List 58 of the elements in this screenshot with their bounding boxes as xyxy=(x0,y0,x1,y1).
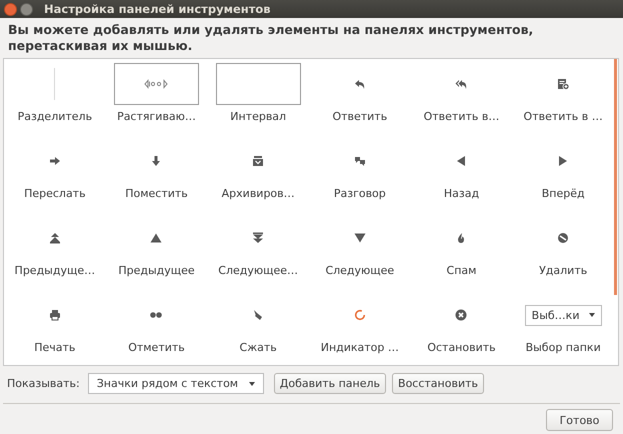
item-label: Предыдущее xyxy=(118,264,195,277)
down-triangle-icon xyxy=(354,232,366,244)
stretch-icon xyxy=(144,79,168,89)
folder-dropdown[interactable]: Выб…ки xyxy=(524,304,602,326)
reply-all-icon xyxy=(455,78,468,90)
reply-icon xyxy=(354,78,366,90)
caret-icon xyxy=(248,382,255,386)
item-label: Интервал xyxy=(230,110,286,123)
right-arrow-icon xyxy=(48,155,61,167)
down-arrow-icon xyxy=(150,155,162,167)
item-label: Спам xyxy=(446,264,476,277)
window-title: Настройка панелей инструментов xyxy=(44,2,271,16)
item-label: Печать xyxy=(34,341,76,354)
show-label: Показывать: xyxy=(7,377,80,390)
close-button[interactable] xyxy=(4,2,17,16)
show-dropdown[interactable]: Значки рядом с текстом xyxy=(88,373,264,394)
double-up-icon xyxy=(48,232,61,244)
toolbar-button[interactable]: Восстановить xyxy=(392,373,484,394)
left-triangle-icon xyxy=(455,155,468,167)
item-label: Ответить xyxy=(332,110,388,123)
item-label: Переслать xyxy=(24,187,86,200)
no-entry-icon xyxy=(557,232,570,244)
item-label: Следующее… xyxy=(218,264,298,277)
item-label: Разговор xyxy=(334,187,386,200)
space-box[interactable] xyxy=(216,63,301,105)
archive-icon xyxy=(252,155,264,167)
item-label: Предыдуще… xyxy=(14,264,96,277)
speech-bubbles-icon xyxy=(354,155,366,167)
item-label: Ответить в … xyxy=(524,110,603,123)
item-label: Следующее xyxy=(325,264,394,277)
item-label: Выбор папки xyxy=(526,341,601,354)
printer-icon xyxy=(48,309,61,321)
toolbar-button[interactable]: Добавить панель xyxy=(274,373,386,394)
right-triangle-icon xyxy=(557,155,570,167)
item-label: Индикатор … xyxy=(320,341,399,354)
item-label: Ответить в… xyxy=(424,110,500,123)
item-label: Сжать xyxy=(240,341,277,354)
flexible-space-box[interactable] xyxy=(114,63,199,105)
minimize-button[interactable] xyxy=(20,2,33,16)
stop-icon xyxy=(455,309,468,321)
item-label: Растягиваю… xyxy=(117,110,196,123)
item-label: Разделитель xyxy=(18,110,92,123)
item-label: Остановить xyxy=(427,341,496,354)
up-triangle-icon xyxy=(150,232,162,244)
item-label: Назад xyxy=(444,187,480,200)
instruction-text: Вы можете добавлять или удалять элементы на панелях инструментов, перетаскивая их мышью. xyxy=(7,21,534,55)
item-label: Вперёд xyxy=(542,187,585,200)
caret-icon xyxy=(588,313,595,317)
document-plus-icon xyxy=(557,78,570,90)
double-down-icon xyxy=(252,232,264,244)
item-label: Поместить xyxy=(125,187,188,200)
scrollbar[interactable] xyxy=(614,59,617,295)
item-label: Архивиров… xyxy=(222,187,295,200)
separator-line xyxy=(54,68,56,100)
item-label: Отметить xyxy=(128,341,185,354)
done-button[interactable]: Готово xyxy=(546,409,613,431)
item-label: Удалить xyxy=(539,264,588,277)
spinner-icon xyxy=(354,309,366,321)
